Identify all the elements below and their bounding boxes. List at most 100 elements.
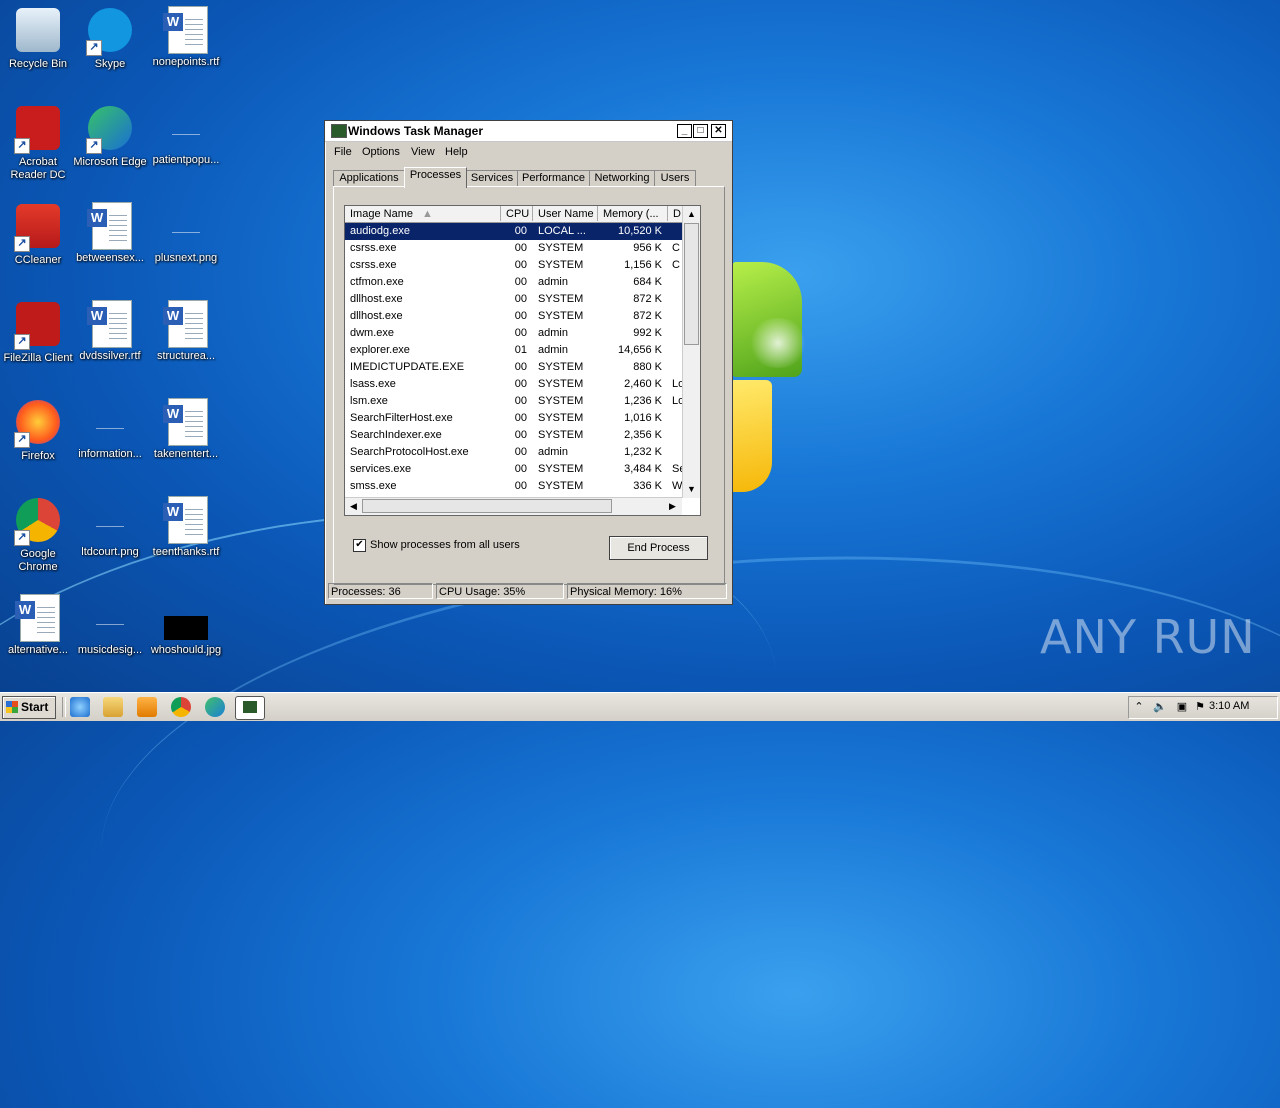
sort-arrow-icon: ▲: [422, 208, 433, 220]
desktop-icon[interactable]: Wstructurea...: [148, 300, 224, 363]
desktop-icon[interactable]: Wnonepoints.rtf: [148, 6, 224, 69]
process-row[interactable]: ctfmon.exe 00 admin 684 K: [345, 274, 682, 291]
col-user-name[interactable]: User Name: [533, 206, 598, 221]
task-manager-window[interactable]: Windows Task Manager _ □ ✕ File Options …: [324, 120, 733, 605]
desktop-icon[interactable]: Recycle Bin: [0, 6, 76, 71]
scroll-right-icon[interactable]: ▶: [665, 499, 680, 514]
process-row[interactable]: dllhost.exe 00 SYSTEM 872 K: [345, 291, 682, 308]
process-row[interactable]: SearchProtocolHost.exe 00 admin 1,232 K: [345, 444, 682, 461]
horizontal-scroll-thumb[interactable]: [362, 499, 612, 513]
cell-memory: 3,484 K: [624, 463, 662, 475]
desktop-icon-label: Microsoft Edge: [73, 156, 147, 168]
desktop-icon[interactable]: ↗ Firefox: [0, 398, 76, 463]
start-button[interactable]: Start: [2, 696, 56, 719]
tab-applications[interactable]: Applications: [333, 170, 405, 187]
cell-cpu: 01: [514, 344, 527, 356]
show-hidden-icons-icon[interactable]: ⌃: [1132, 700, 1146, 714]
blank-file-icon: [162, 202, 210, 250]
show-all-processes-label[interactable]: Show processes from all users: [370, 539, 520, 551]
cell-image-name: audiodg.exe: [350, 225, 410, 237]
edge-icon[interactable]: [205, 697, 225, 717]
tab-performance[interactable]: Performance: [517, 170, 590, 187]
chrome-icon: ↗: [14, 498, 62, 546]
desktop-icon[interactable]: information...: [72, 398, 148, 461]
desktop-icon[interactable]: ↗ Acrobat Reader DC: [0, 104, 76, 182]
task-manager-taskbar-button[interactable]: [235, 696, 265, 720]
scroll-left-icon[interactable]: ◀: [346, 499, 361, 514]
media-player-icon[interactable]: [137, 697, 157, 717]
process-row[interactable]: explorer.exe 01 admin 14,656 K: [345, 342, 682, 359]
title-bar[interactable]: Windows Task Manager _ □ ✕: [325, 121, 732, 142]
vertical-scroll-thumb[interactable]: [684, 223, 699, 345]
volume-icon[interactable]: 🔈: [1153, 700, 1167, 714]
col-cpu[interactable]: CPU: [501, 206, 533, 221]
shortcut-arrow-icon: ↗: [86, 40, 102, 56]
tab-users[interactable]: Users: [654, 170, 696, 187]
desktop-icon[interactable]: ↗ CCleaner: [0, 202, 76, 267]
menu-file[interactable]: File: [334, 146, 352, 158]
cell-cpu: 00: [514, 429, 527, 441]
process-row[interactable]: csrss.exe 00 SYSTEM 1,156 K C: [345, 257, 682, 274]
horizontal-scrollbar[interactable]: ◀ ▶: [345, 497, 682, 515]
desktop-icon[interactable]: Wteenthanks.rtf: [148, 496, 224, 559]
process-row[interactable]: IMEDICTUPDATE.EXE 00 SYSTEM 880 K: [345, 359, 682, 376]
desktop-icon[interactable]: plusnext.png: [148, 202, 224, 265]
desktop-icon[interactable]: Walternative...: [0, 594, 76, 657]
menu-view[interactable]: View: [411, 146, 435, 158]
process-row[interactable]: services.exe 00 SYSTEM 3,484 K Se: [345, 461, 682, 478]
ie-icon[interactable]: [70, 697, 90, 717]
end-process-button[interactable]: End Process: [609, 536, 708, 560]
scroll-up-icon[interactable]: ▲: [684, 207, 699, 222]
desktop-icon[interactable]: ↗ Skype: [72, 6, 148, 71]
process-list[interactable]: Image Name ▲ CPU User Name Memory (... D…: [344, 205, 701, 516]
process-row[interactable]: smss.exe 00 SYSTEM 336 K W: [345, 478, 682, 495]
cell-user-name: SYSTEM: [538, 480, 584, 492]
col-memory[interactable]: Memory (...: [598, 206, 668, 221]
cell-cpu: 00: [514, 225, 527, 237]
desktop-icon-label: structurea...: [156, 350, 216, 362]
process-row[interactable]: dwm.exe 00 admin 992 K: [345, 325, 682, 342]
process-row[interactable]: SearchIndexer.exe 00 SYSTEM 2,356 K: [345, 427, 682, 444]
maximize-button[interactable]: □: [693, 124, 708, 138]
process-row[interactable]: lsm.exe 00 SYSTEM 1,236 K Lo: [345, 393, 682, 410]
tab-processes[interactable]: Processes: [404, 167, 467, 188]
desktop-icon[interactable]: ↗ FileZilla Client: [0, 300, 76, 365]
show-all-processes-checkbox[interactable]: ✔: [353, 539, 366, 552]
close-button[interactable]: ✕: [711, 124, 726, 138]
flag-notify-icon[interactable]: ⚑: [1193, 700, 1207, 714]
cell-memory: 336 K: [633, 480, 662, 492]
process-row[interactable]: dllhost.exe 00 SYSTEM 872 K: [345, 308, 682, 325]
chrome-icon[interactable]: [171, 697, 191, 717]
menu-options[interactable]: Options: [362, 146, 400, 158]
minimize-button[interactable]: _: [677, 124, 692, 138]
desktop-icon[interactable]: ↗ Microsoft Edge: [72, 104, 148, 169]
clock[interactable]: 3:10 AM: [1209, 700, 1249, 712]
col-image-name[interactable]: Image Name ▲: [345, 206, 501, 221]
desktop-icon[interactable]: ltdcourt.png: [72, 496, 148, 559]
desktop-icon[interactable]: musicdesig...: [72, 594, 148, 657]
tab-networking[interactable]: Networking: [589, 170, 655, 187]
desktop-icon[interactable]: Wtakenentert...: [148, 398, 224, 461]
desktop-icon[interactable]: ↗ Google Chrome: [0, 496, 76, 574]
desktop-icon[interactable]: patientpopu...: [148, 104, 224, 167]
process-row[interactable]: audiodg.exe 00 LOCAL ... 10,520 K: [345, 223, 682, 240]
vertical-scrollbar[interactable]: ▲ ▼: [682, 206, 700, 498]
desktop-icon-label: nonepoints.rtf: [152, 56, 220, 68]
col-description[interactable]: D: [668, 206, 682, 221]
cell-user-name: SYSTEM: [538, 429, 584, 441]
scroll-down-icon[interactable]: ▼: [684, 482, 699, 497]
process-row[interactable]: lsass.exe 00 SYSTEM 2,460 K Lo: [345, 376, 682, 393]
process-row[interactable]: csrss.exe 00 SYSTEM 956 K C: [345, 240, 682, 257]
tab-services[interactable]: Services: [466, 170, 518, 187]
desktop-icon[interactable]: Wbetweensex...: [72, 202, 148, 265]
explorer-icon[interactable]: [103, 697, 123, 717]
desktop-icon-label: teenthanks.rtf: [152, 546, 220, 558]
process-row[interactable]: SearchFilterHost.exe 00 SYSTEM 1,016 K: [345, 410, 682, 427]
menu-help[interactable]: Help: [445, 146, 468, 158]
cell-description: Se: [672, 463, 682, 475]
desktop-icon-label: information...: [78, 448, 142, 460]
desktop-icon[interactable]: Wdvdssilver.rtf: [72, 300, 148, 363]
network-icon[interactable]: ▣: [1175, 700, 1189, 714]
blank-file-icon: [86, 496, 134, 544]
cell-image-name: SearchProtocolHost.exe: [350, 446, 469, 458]
